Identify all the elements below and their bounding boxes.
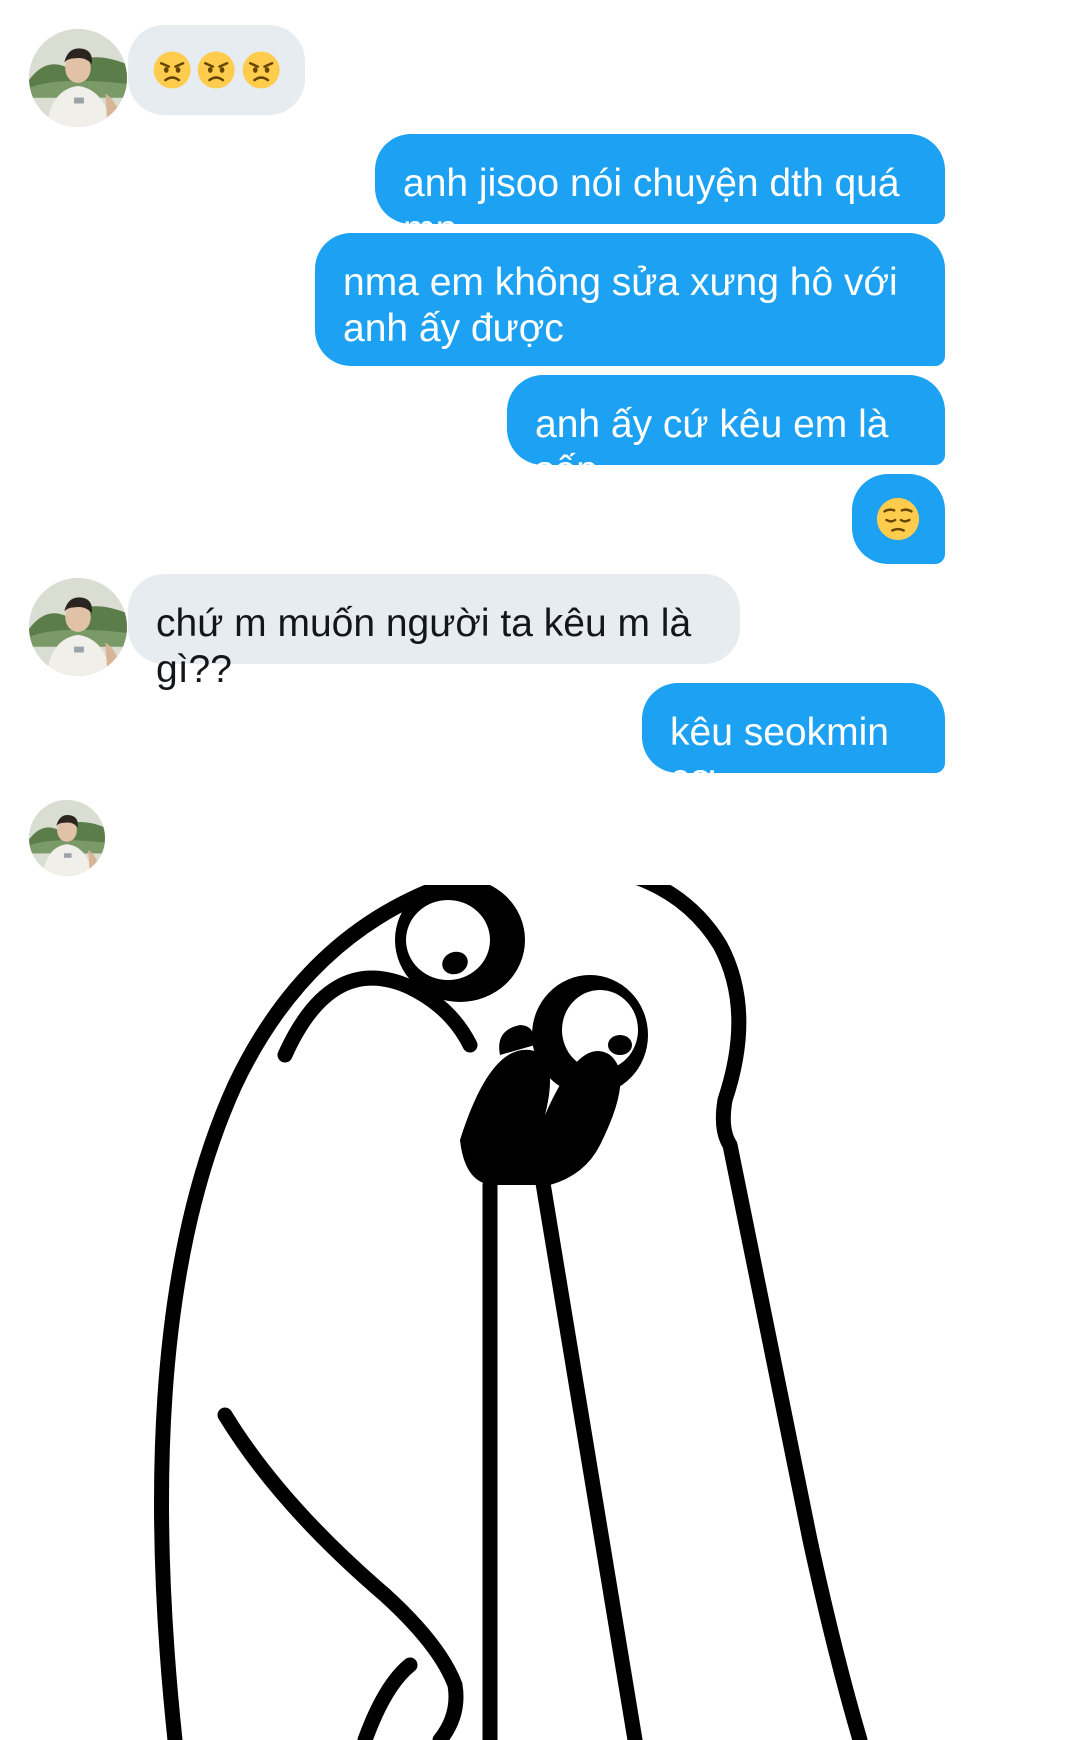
avatar[interactable] xyxy=(29,29,127,127)
pensive-face-icon xyxy=(875,496,921,542)
outgoing-message[interactable]: anh ấy cứ kêu em là sếp xyxy=(507,375,945,492)
angry-face-icon xyxy=(241,50,281,90)
angry-face-icon xyxy=(196,50,237,90)
outgoing-message[interactable]: anh jisoo nói chuyện dth quá mn xyxy=(375,134,945,251)
incoming-emoji-bubble[interactable] xyxy=(128,25,305,115)
avatar[interactable] xyxy=(29,578,127,676)
meme-face-sticker-icon[interactable] xyxy=(130,885,870,1740)
outgoing-emoji-bubble[interactable] xyxy=(852,474,945,564)
incoming-message[interactable]: chứ m muốn người ta kêu m là gì?? xyxy=(128,574,740,691)
outgoing-message[interactable]: kêu seokmin cơ xyxy=(642,683,945,800)
angry-face-icon xyxy=(152,50,192,90)
outgoing-message[interactable]: nma em không sửa xưng hô với anh ấy được xyxy=(315,233,945,366)
avatar[interactable] xyxy=(29,800,105,876)
